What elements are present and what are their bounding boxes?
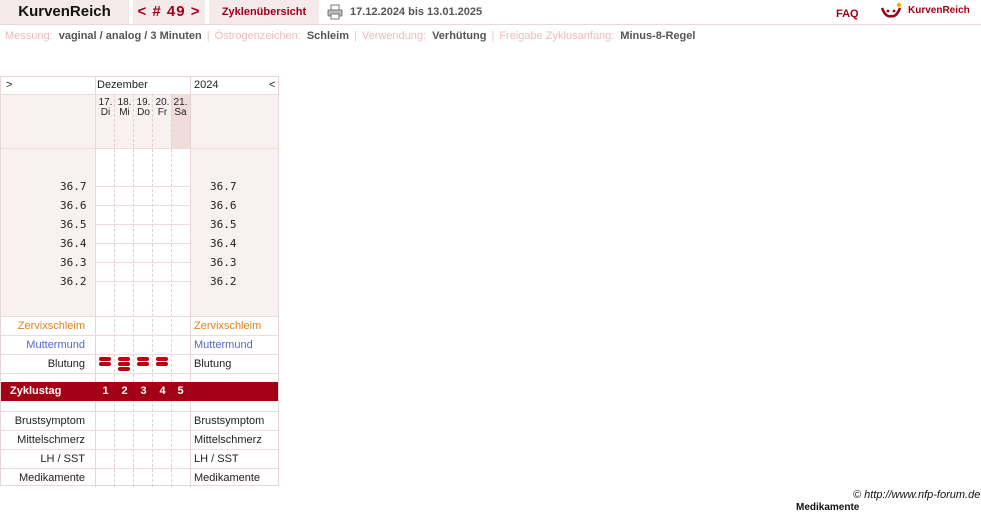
row-divider (1, 468, 278, 469)
freigabe-label: Freigabe Zyklusanfang: (499, 30, 615, 42)
bleeding-marker[interactable] (137, 362, 149, 366)
kurvenreich-logo-icon[interactable] (880, 2, 902, 20)
day-weekday: Di (100, 107, 111, 118)
day-weekday: Do (137, 107, 150, 118)
bleeding-marker[interactable] (99, 357, 111, 361)
row-divider (1, 335, 278, 336)
medikamente-label-right: Medikamente (194, 472, 261, 484)
temp-label-left: 36.2 (60, 275, 87, 288)
mittelschmerz-label-right: Mittelschmerz (194, 434, 262, 446)
bleeding-marker[interactable] (99, 362, 111, 366)
muttermund-label-left: Muttermund (26, 339, 85, 351)
zervixschleim-label-right: Zervixschleim (194, 320, 262, 332)
faq-link[interactable]: FAQ (836, 8, 859, 20)
blutung-label-right: Blutung (194, 358, 232, 370)
temp-label-left: 36.4 (60, 237, 87, 250)
lh-sst-label-left: LH / SST (40, 453, 85, 465)
day-column-line (114, 94, 115, 487)
temp-label-right: 36.4 (210, 237, 237, 250)
brustsymptom-label-right: Brustsymptom (194, 415, 265, 427)
temp-gridline (95, 281, 190, 282)
verwendung-label: Verwendung: (361, 30, 427, 42)
cycle-chart: > Dezember 2024 < 17. Di 18. Mi 19. Do 2… (0, 76, 279, 487)
verwendung-value: Verhütung (432, 30, 487, 42)
separator: | (354, 30, 357, 42)
temp-gridline (95, 243, 190, 244)
zervixschleim-label-left: Zervixschleim (17, 320, 85, 332)
bleeding-marker[interactable] (118, 362, 130, 366)
temp-label-left: 36.5 (60, 218, 87, 231)
date-range: 17.12.2024 bis 13.01.2025 (350, 6, 483, 18)
temp-label-right: 36.6 (210, 199, 237, 212)
row-divider (1, 430, 278, 431)
brustsymptom-label-left: Brustsymptom (14, 415, 85, 427)
bleeding-marker[interactable] (137, 357, 149, 361)
cycle-day-number: 3 (140, 385, 147, 397)
bleeding-marker[interactable] (156, 362, 168, 366)
row-divider (1, 316, 278, 317)
muttermund-label-right: Muttermund (194, 339, 253, 351)
medikamente-label-left: Medikamente (18, 472, 85, 484)
mittelschmerz-label-left: Mittelschmerz (17, 434, 85, 446)
bleeding-marker[interactable] (156, 357, 168, 361)
row-divider (1, 411, 278, 412)
printer-icon[interactable] (327, 4, 343, 20)
temp-gridline (95, 224, 190, 225)
temp-label-right: 36.7 (210, 180, 237, 193)
oestrogen-label: Östrogenzeichen: (214, 30, 301, 42)
year-label: 2024 (194, 79, 219, 91)
cycle-navigator[interactable]: < # 49 > (133, 0, 205, 24)
lh-sst-label-right: LH / SST (194, 453, 239, 465)
day-weekday: Fr (157, 107, 168, 118)
brand-title[interactable]: KurvenReich (0, 0, 129, 24)
row-divider (1, 354, 278, 355)
cycle-day-number: 2 (121, 385, 128, 397)
temp-label-right: 36.5 (210, 218, 237, 231)
cycle-overview-tab[interactable]: Zyklenübersicht (209, 0, 319, 24)
cycle-day-number: 5 (177, 385, 184, 397)
row-divider (1, 449, 278, 450)
right-column-border (190, 77, 191, 487)
logo-text[interactable]: KurvenReich (908, 5, 970, 16)
freigabe-value: Minus-8-Regel (620, 30, 696, 42)
separator: | (206, 30, 210, 42)
left-column-border (95, 77, 96, 487)
day-weekday: Mi (119, 107, 130, 118)
month-label: Dezember (97, 79, 148, 91)
bleeding-marker[interactable] (118, 357, 130, 361)
oestrogen-value: Schleim (306, 30, 349, 42)
temp-gridline (95, 262, 190, 263)
messung-label: Messung: (5, 30, 53, 42)
settings-info-line: Messung: vaginal / analog / 3 Minuten | Öst… (5, 30, 695, 42)
temp-label-left: 36.7 (60, 180, 87, 193)
cycle-day-number: 4 (159, 385, 166, 397)
top-bar: KurvenReich < # 49 > Zyklenübersicht 17.… (0, 0, 981, 25)
separator: | (491, 30, 495, 42)
day-header-divider (1, 148, 278, 149)
messung-value: vaginal / analog / 3 Minuten (58, 30, 202, 42)
blutung-label-left: Blutung (47, 358, 85, 370)
nav-next-button[interactable]: < (269, 77, 275, 94)
nav-prev-button[interactable]: > (6, 77, 12, 94)
overflow-label: Medikamente (796, 502, 860, 513)
temp-gridline (95, 205, 190, 206)
cycle-day-number: 1 (102, 385, 109, 397)
day-weekday: Sa (174, 107, 187, 118)
day-column-line (152, 94, 153, 487)
temp-gridline (95, 186, 190, 187)
day-column-line (171, 94, 172, 487)
temp-label-right: 36.3 (210, 256, 237, 269)
temp-label-left: 36.3 (60, 256, 87, 269)
copyright-link[interactable]: © http://www.nfp-forum.de (853, 489, 980, 501)
zyklustag-label: Zyklustag (10, 385, 62, 397)
temp-label-right: 36.2 (210, 275, 237, 288)
zyklustag-row: Zyklustag 1 2 3 4 5 (1, 382, 278, 401)
temp-label-left: 36.6 (60, 199, 87, 212)
header-divider (1, 94, 278, 95)
day-column-line (133, 94, 134, 487)
row-divider (1, 373, 278, 374)
bleeding-marker[interactable] (118, 367, 130, 371)
